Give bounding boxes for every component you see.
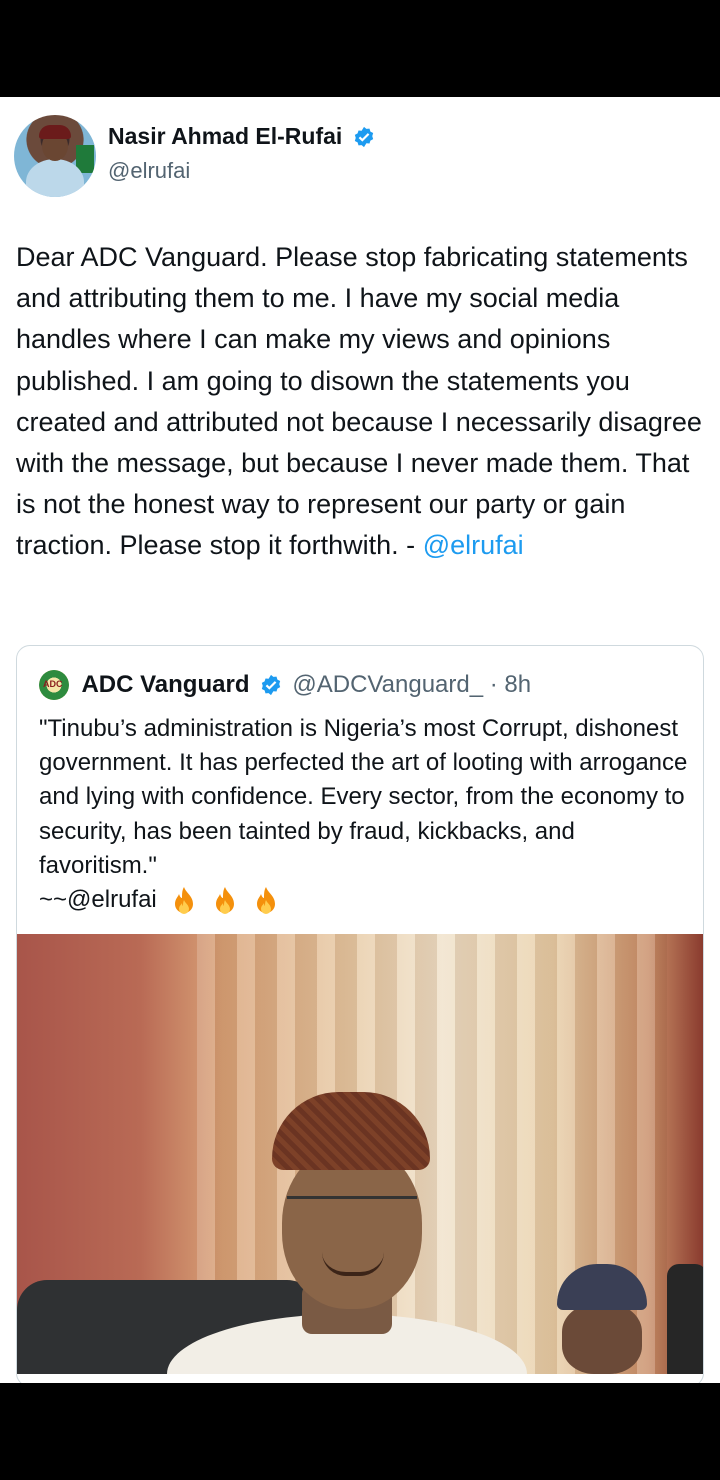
- quoted-tweet[interactable]: ADC ADC Vanguard @ADCVanguard_ · 8h "Tin…: [16, 645, 704, 1383]
- tweet-body: Dear ADC Vanguard. Please stop fabricati…: [16, 237, 706, 567]
- verified-badge-icon: [354, 126, 373, 147]
- quoted-tweet-tag-line: ~~@elrufai: [39, 883, 689, 917]
- quoted-tweet-photo[interactable]: [17, 934, 703, 1374]
- quoted-author-handle-time[interactable]: @ADCVanguard_ · 8h: [292, 671, 531, 699]
- fire-icon: [256, 886, 275, 914]
- glasses: [287, 1196, 417, 1223]
- verified-badge-icon: [261, 674, 281, 696]
- author-display-name[interactable]: Nasir Ahmad El-Rufai: [108, 123, 342, 150]
- author-name-block: Nasir Ahmad El-Rufai @elrufai: [108, 123, 375, 184]
- quoted-author-display-name[interactable]: ADC Vanguard: [81, 671, 249, 699]
- quoted-tweet-quote: "Tinubu’s administration is Nigeria’s mo…: [39, 715, 688, 879]
- tweet-text: Dear ADC Vanguard. Please stop fabricati…: [16, 242, 702, 561]
- fire-icon: [175, 886, 194, 914]
- fire-icon: [216, 886, 235, 914]
- author-handle[interactable]: @elrufai: [108, 158, 375, 184]
- author-avatar[interactable]: [14, 115, 96, 197]
- quoted-tweet-header: ADC ADC Vanguard @ADCVanguard_ · 8h: [39, 670, 531, 700]
- quoted-author-avatar[interactable]: ADC: [39, 670, 69, 700]
- tweet-card[interactable]: Nasir Ahmad El-Rufai @elrufai Dear ADC V…: [0, 97, 720, 1383]
- tweet-mention-link[interactable]: @elrufai: [423, 530, 524, 560]
- quoted-tweet-tag[interactable]: ~~@elrufai: [39, 886, 157, 913]
- quoted-tweet-text: "Tinubu’s administration is Nigeria’s mo…: [39, 712, 689, 917]
